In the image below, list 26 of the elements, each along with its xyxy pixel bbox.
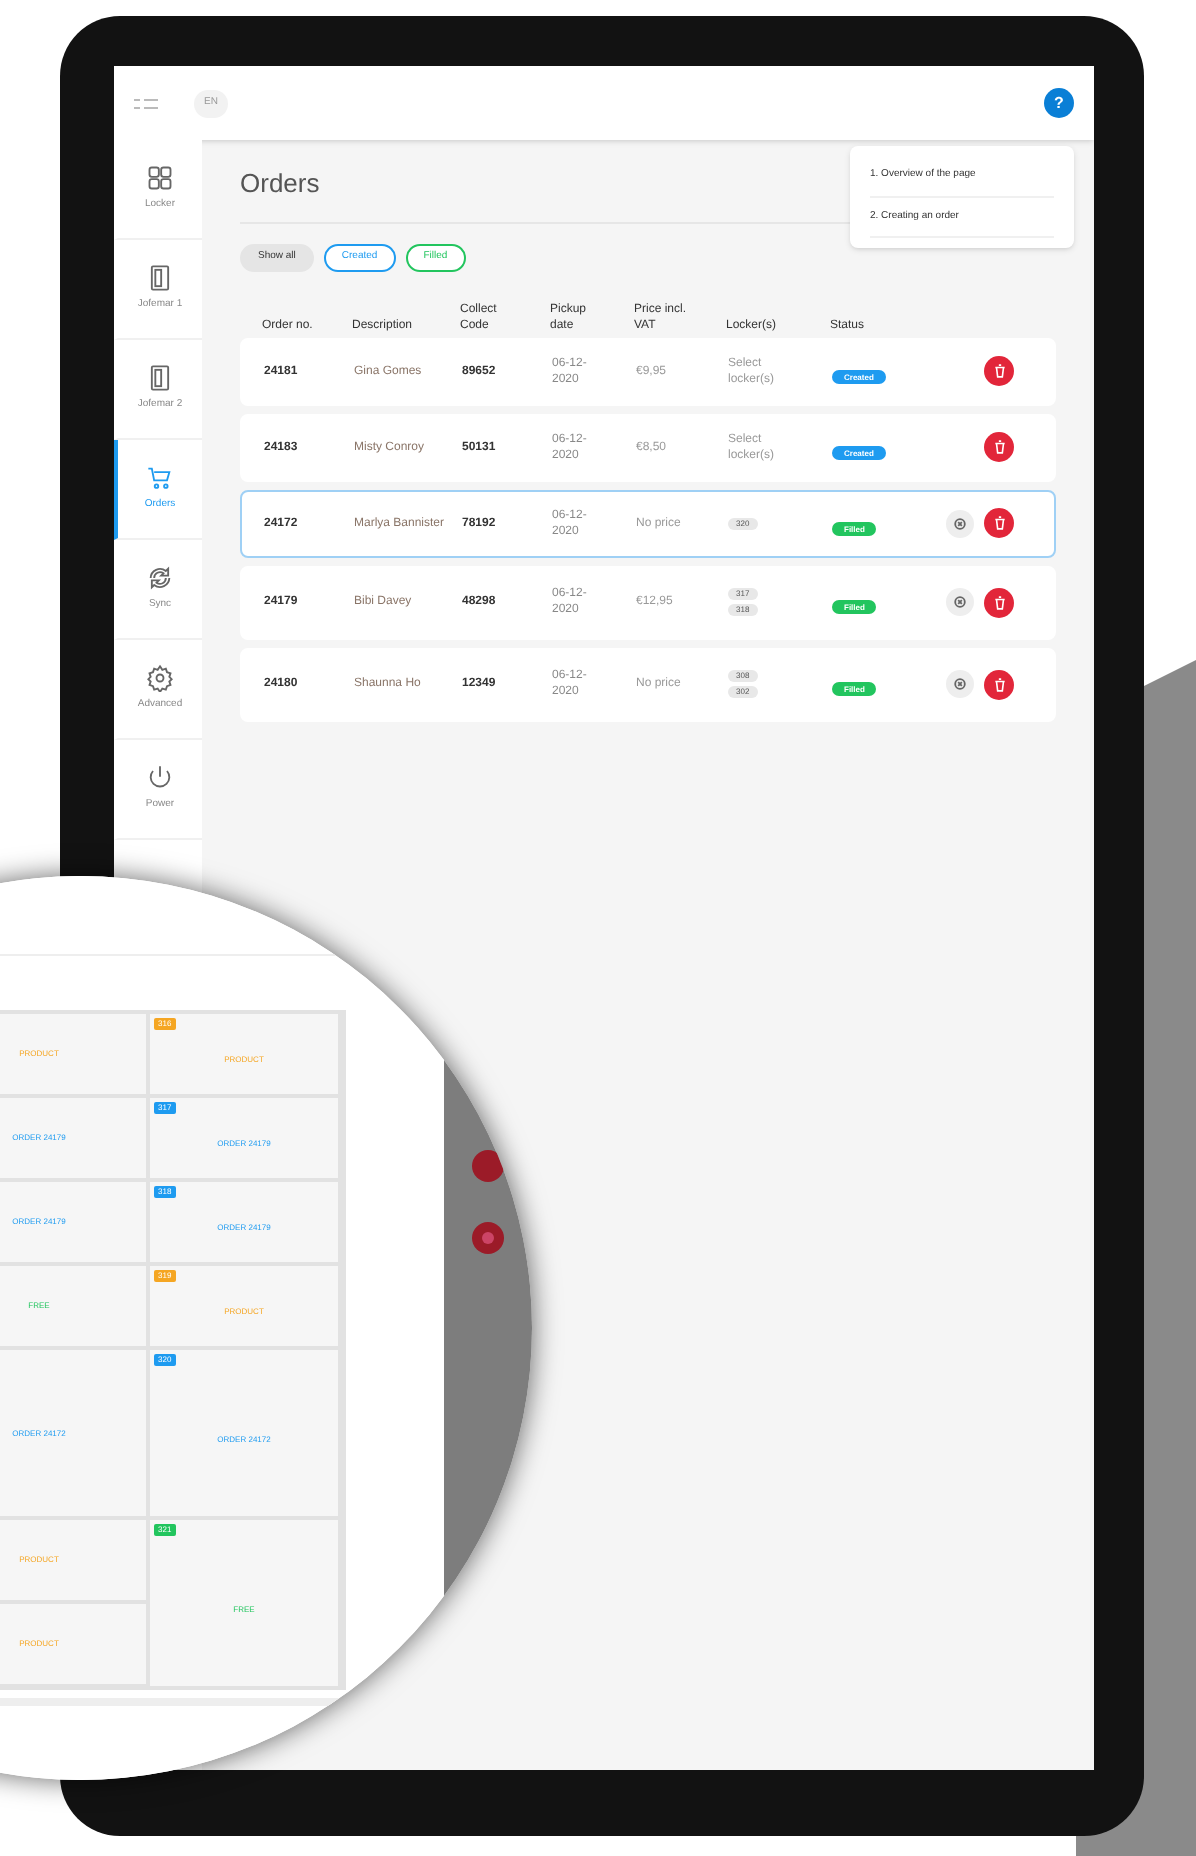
power-icon	[146, 764, 174, 793]
cabinet-icon	[146, 364, 174, 393]
sync-icon	[146, 564, 174, 593]
delete-button[interactable]	[984, 508, 1014, 538]
trash-icon	[993, 677, 1005, 691]
grid-icon	[146, 164, 174, 193]
cancel-button[interactable]	[946, 588, 974, 616]
settings-icon	[146, 664, 174, 693]
delete-button[interactable]	[984, 432, 1014, 462]
delete-button[interactable]	[984, 669, 1014, 699]
cancel-button[interactable]	[946, 670, 974, 698]
trash-icon	[993, 440, 1005, 454]
trash-icon	[993, 364, 1005, 378]
cancel-button[interactable]	[946, 509, 974, 537]
close-icon	[954, 596, 966, 608]
trash-icon	[993, 516, 1005, 530]
cart-icon	[146, 464, 174, 493]
trash-icon	[993, 595, 1005, 609]
close-icon	[954, 678, 966, 690]
dimmed-delete-icon	[472, 1222, 504, 1254]
dimmed-delete-icon	[472, 1150, 504, 1182]
help-button[interactable]: ?	[1044, 88, 1074, 118]
delete-button[interactable]	[984, 356, 1014, 386]
close-icon	[954, 517, 966, 529]
cabinet-icon	[146, 264, 174, 293]
delete-button[interactable]	[984, 587, 1014, 617]
